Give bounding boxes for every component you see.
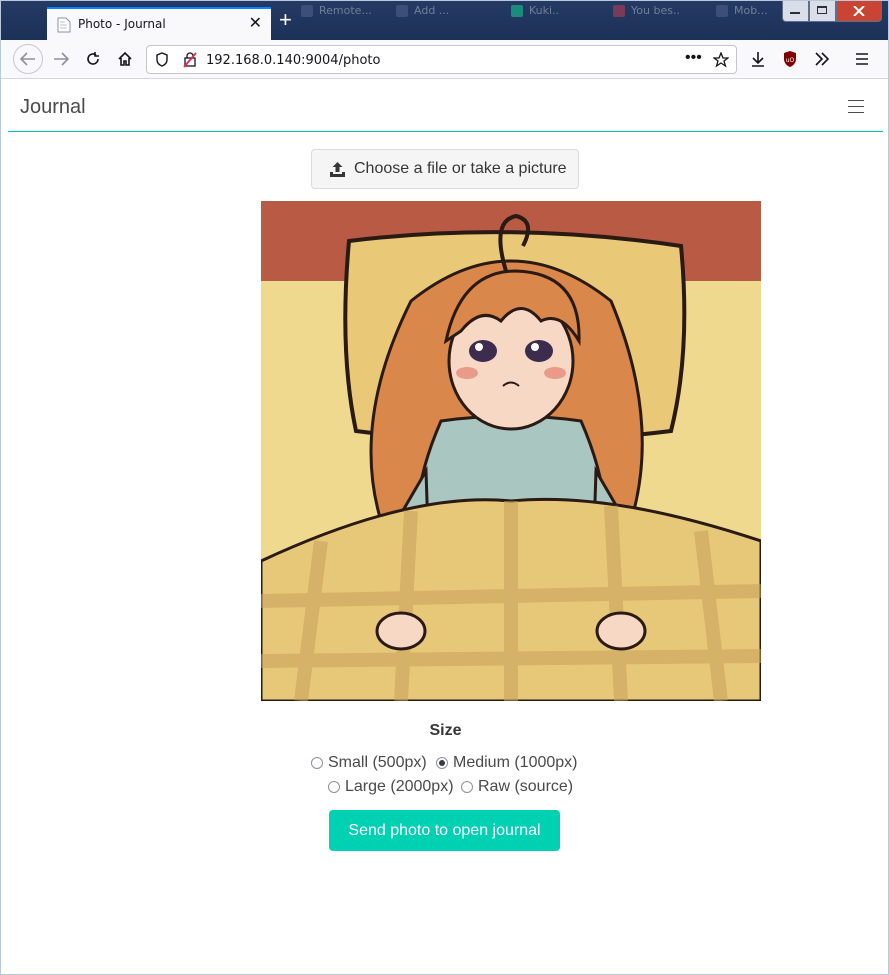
radio-button-unselected[interactable] — [461, 781, 473, 793]
ublock-button[interactable]: uO — [775, 44, 805, 74]
page-icon — [57, 17, 71, 33]
close-window-button[interactable] — [836, 1, 882, 22]
background-tab[interactable]: Remote... — [301, 4, 372, 26]
svg-text:uO: uO — [786, 57, 795, 64]
page-content: Journal Choose a file or take a picture — [8, 80, 883, 968]
home-icon — [118, 51, 132, 66]
new-tab-icon[interactable]: + — [279, 9, 292, 31]
close-icon — [853, 6, 865, 16]
hamburger-menu-icon[interactable] — [848, 100, 864, 118]
radio-large[interactable]: Large (2000px) — [328, 778, 454, 796]
app-menu-button[interactable] — [847, 44, 877, 74]
download-icon — [752, 52, 764, 67]
chevron-double-right-icon — [815, 52, 830, 66]
hamburger-menu-icon — [856, 53, 868, 65]
arrow-right-icon — [54, 52, 69, 66]
background-tab-label: Add ... — [414, 4, 450, 17]
radio-small[interactable]: Small (500px) — [311, 754, 427, 772]
close-tab-icon[interactable]: ✕ — [249, 13, 262, 33]
radio-small-label: Small (500px) — [328, 754, 427, 771]
radio-button-unselected[interactable] — [328, 781, 340, 793]
more-dots-icon[interactable]: ••• — [685, 49, 702, 67]
reload-icon — [87, 52, 99, 65]
photo-preview — [261, 201, 761, 701]
url-text[interactable]: 192.168.0.140:9004/photo — [206, 53, 380, 68]
overflow-button[interactable] — [807, 44, 837, 74]
send-photo-button[interactable]: Send photo to open journal — [329, 810, 560, 851]
anime-girl-in-bed-image — [261, 201, 761, 701]
radio-large-label: Large (2000px) — [345, 778, 454, 795]
background-tab[interactable]: Mob... — [716, 4, 768, 26]
navigation-toolbar: 192.168.0.140:9004/photo ••• uO — [1, 40, 888, 79]
browser-window: Remote... Add ... Kuki.. You bes.. Mob..… — [0, 0, 889, 975]
back-button[interactable] — [13, 44, 43, 74]
arrow-left-icon — [20, 52, 35, 66]
tab-active[interactable]: Photo - Journal ✕ — [47, 7, 271, 40]
maximize-icon — [817, 6, 827, 14]
choose-file-button[interactable]: Choose a file or take a picture — [311, 149, 579, 189]
reload-button[interactable] — [78, 44, 108, 74]
radio-medium-label: Medium (1000px) — [453, 754, 578, 771]
background-tab[interactable]: Add ... — [396, 4, 449, 26]
background-tab-label: Mob... — [734, 4, 768, 17]
minimize-icon — [790, 12, 800, 14]
choose-file-label: Choose a file or take a picture — [354, 160, 567, 177]
shield-icon[interactable] — [155, 52, 169, 68]
radio-raw[interactable]: Raw (source) — [461, 778, 573, 796]
radio-button-unselected[interactable] — [311, 757, 323, 769]
brand-link[interactable]: Journal — [20, 96, 86, 119]
insecure-lock-icon[interactable] — [183, 52, 197, 68]
title-bar: Remote... Add ... Kuki.. You bes.. Mob..… — [1, 1, 888, 40]
home-button[interactable] — [110, 44, 140, 74]
background-tab[interactable]: You bes.. — [613, 4, 680, 26]
star-icon[interactable] — [713, 52, 729, 68]
background-tab[interactable]: Kuki.. — [511, 4, 559, 26]
radio-medium[interactable]: Medium (1000px) — [436, 754, 578, 772]
radio-raw-label: Raw (source) — [478, 778, 574, 795]
minimize-button[interactable] — [782, 1, 809, 22]
background-tab-label: Kuki.. — [529, 4, 560, 17]
address-bar[interactable]: 192.168.0.140:9004/photo ••• — [146, 45, 737, 74]
downloads-button[interactable] — [743, 44, 773, 74]
radio-button-selected[interactable] — [436, 757, 448, 769]
maximize-button[interactable] — [809, 1, 836, 22]
background-tab-label: Remote... — [319, 4, 372, 17]
background-tab-label: You bes.. — [631, 4, 680, 17]
size-label: Size — [429, 722, 462, 739]
forward-button[interactable] — [46, 44, 76, 74]
tab-title: Photo - Journal — [78, 17, 166, 31]
ublock-icon: uO — [784, 51, 796, 67]
upload-icon — [330, 161, 345, 177]
site-navbar: Journal — [8, 80, 883, 132]
